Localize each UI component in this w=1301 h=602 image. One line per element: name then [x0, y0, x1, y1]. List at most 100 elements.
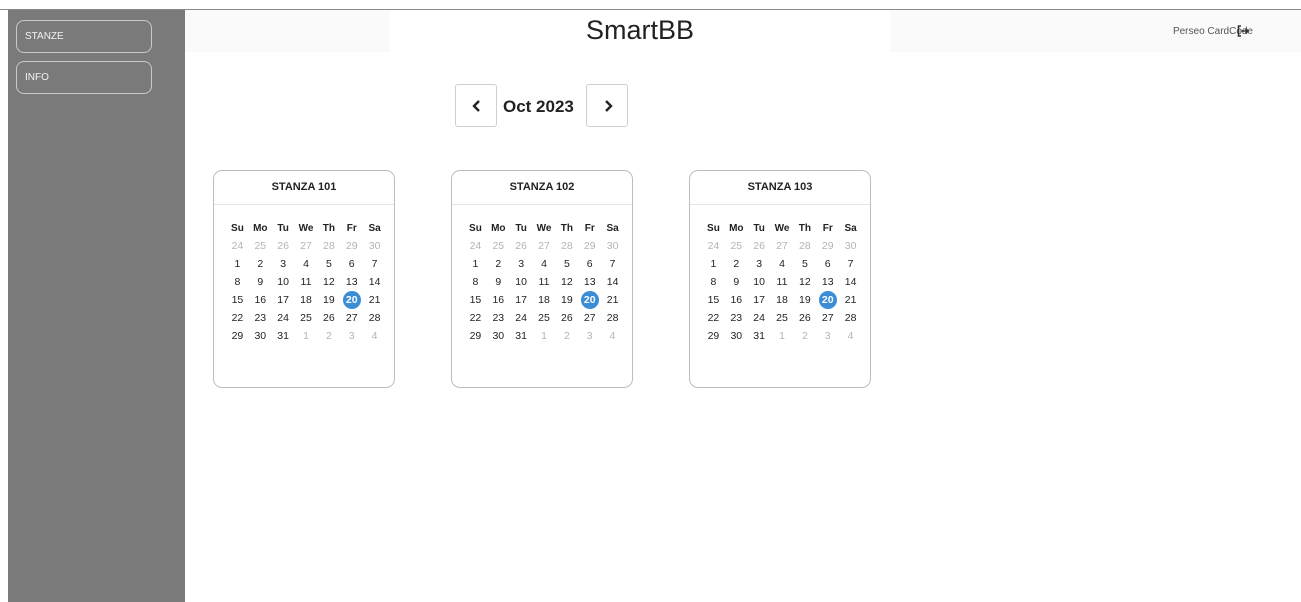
sidebar-item-stanze[interactable]: STANZE: [16, 20, 152, 53]
calendar-day[interactable]: 28: [839, 309, 862, 327]
calendar-day[interactable]: 3: [340, 327, 363, 345]
calendar-day[interactable]: 25: [533, 309, 556, 327]
calendar-day[interactable]: 23: [249, 309, 272, 327]
calendar-day[interactable]: 9: [249, 273, 272, 291]
calendar-day[interactable]: 24: [702, 237, 725, 255]
calendar-day[interactable]: 23: [487, 309, 510, 327]
calendar-day[interactable]: 1: [533, 327, 556, 345]
calendar-day[interactable]: 27: [771, 237, 794, 255]
calendar-day[interactable]: 27: [816, 309, 839, 327]
calendar-day[interactable]: 24: [464, 237, 487, 255]
calendar-day[interactable]: 28: [555, 237, 578, 255]
calendar-day[interactable]: 5: [793, 255, 816, 273]
calendar-day[interactable]: 25: [771, 309, 794, 327]
calendar-day[interactable]: 3: [816, 327, 839, 345]
calendar-day[interactable]: 26: [793, 309, 816, 327]
calendar-day[interactable]: 28: [363, 309, 386, 327]
calendar-day[interactable]: 25: [249, 237, 272, 255]
calendar-day-today[interactable]: 20: [340, 291, 363, 309]
calendar-day[interactable]: 9: [487, 273, 510, 291]
calendar-day[interactable]: 7: [363, 255, 386, 273]
calendar-day[interactable]: 7: [601, 255, 624, 273]
calendar-day[interactable]: 16: [487, 291, 510, 309]
calendar-day[interactable]: 22: [226, 309, 249, 327]
calendar-day[interactable]: 31: [272, 327, 295, 345]
calendar-day[interactable]: 14: [601, 273, 624, 291]
calendar-day[interactable]: 18: [771, 291, 794, 309]
calendar-day[interactable]: 7: [839, 255, 862, 273]
calendar-day[interactable]: 2: [487, 255, 510, 273]
calendar-day[interactable]: 16: [725, 291, 748, 309]
prev-month-button[interactable]: [455, 84, 497, 127]
calendar-day[interactable]: 10: [510, 273, 533, 291]
calendar-day[interactable]: 14: [839, 273, 862, 291]
calendar-day[interactable]: 30: [249, 327, 272, 345]
calendar-day[interactable]: 3: [272, 255, 295, 273]
calendar-day[interactable]: 25: [725, 237, 748, 255]
logout-icon[interactable]: [1236, 24, 1250, 43]
calendar-day[interactable]: 2: [725, 255, 748, 273]
calendar-day[interactable]: 1: [771, 327, 794, 345]
calendar-day[interactable]: 6: [340, 255, 363, 273]
calendar-day-today[interactable]: 20: [578, 291, 601, 309]
calendar-day[interactable]: 29: [816, 237, 839, 255]
calendar-day[interactable]: 27: [340, 309, 363, 327]
calendar-day[interactable]: 25: [295, 309, 318, 327]
calendar-day[interactable]: 17: [748, 291, 771, 309]
calendar-day[interactable]: 19: [317, 291, 340, 309]
calendar-day[interactable]: 1: [295, 327, 318, 345]
next-month-button[interactable]: [586, 84, 628, 127]
calendar-day[interactable]: 5: [555, 255, 578, 273]
calendar-day[interactable]: 16: [249, 291, 272, 309]
calendar-day[interactable]: 15: [464, 291, 487, 309]
calendar-day[interactable]: 27: [295, 237, 318, 255]
calendar-day[interactable]: 15: [702, 291, 725, 309]
calendar-day[interactable]: 8: [702, 273, 725, 291]
calendar-day[interactable]: 27: [578, 309, 601, 327]
calendar-day[interactable]: 24: [272, 309, 295, 327]
calendar-day[interactable]: 29: [340, 237, 363, 255]
calendar-day[interactable]: 17: [272, 291, 295, 309]
calendar-day[interactable]: 25: [487, 237, 510, 255]
calendar-day[interactable]: 29: [464, 327, 487, 345]
calendar-day[interactable]: 4: [295, 255, 318, 273]
calendar-day[interactable]: 4: [363, 327, 386, 345]
calendar-day[interactable]: 31: [748, 327, 771, 345]
calendar-day[interactable]: 10: [272, 273, 295, 291]
calendar-day[interactable]: 31: [510, 327, 533, 345]
calendar-day[interactable]: 30: [839, 237, 862, 255]
calendar-day[interactable]: 30: [601, 237, 624, 255]
calendar-day[interactable]: 8: [464, 273, 487, 291]
sidebar-item-info[interactable]: INFO: [16, 61, 152, 94]
calendar-day[interactable]: 3: [578, 327, 601, 345]
calendar-day[interactable]: 22: [702, 309, 725, 327]
calendar-day[interactable]: 6: [578, 255, 601, 273]
calendar-day[interactable]: 18: [533, 291, 556, 309]
calendar-day[interactable]: 2: [793, 327, 816, 345]
calendar-day[interactable]: 29: [578, 237, 601, 255]
calendar-day[interactable]: 18: [295, 291, 318, 309]
calendar-day[interactable]: 26: [317, 309, 340, 327]
calendar-day[interactable]: 24: [510, 309, 533, 327]
calendar-day[interactable]: 12: [555, 273, 578, 291]
calendar-day[interactable]: 24: [226, 237, 249, 255]
calendar-day[interactable]: 28: [601, 309, 624, 327]
calendar-day[interactable]: 26: [555, 309, 578, 327]
calendar-day[interactable]: 4: [533, 255, 556, 273]
calendar-day[interactable]: 19: [555, 291, 578, 309]
calendar-day[interactable]: 26: [510, 237, 533, 255]
calendar-day[interactable]: 22: [464, 309, 487, 327]
calendar-day[interactable]: 3: [510, 255, 533, 273]
calendar-day[interactable]: 5: [317, 255, 340, 273]
calendar-day[interactable]: 30: [363, 237, 386, 255]
calendar-day[interactable]: 2: [249, 255, 272, 273]
calendar-day[interactable]: 21: [363, 291, 386, 309]
calendar-day[interactable]: 21: [839, 291, 862, 309]
calendar-day[interactable]: 27: [533, 237, 556, 255]
calendar-day[interactable]: 13: [578, 273, 601, 291]
calendar-day[interactable]: 29: [226, 327, 249, 345]
calendar-day[interactable]: 30: [725, 327, 748, 345]
calendar-day[interactable]: 13: [340, 273, 363, 291]
calendar-day[interactable]: 2: [555, 327, 578, 345]
calendar-day[interactable]: 24: [748, 309, 771, 327]
